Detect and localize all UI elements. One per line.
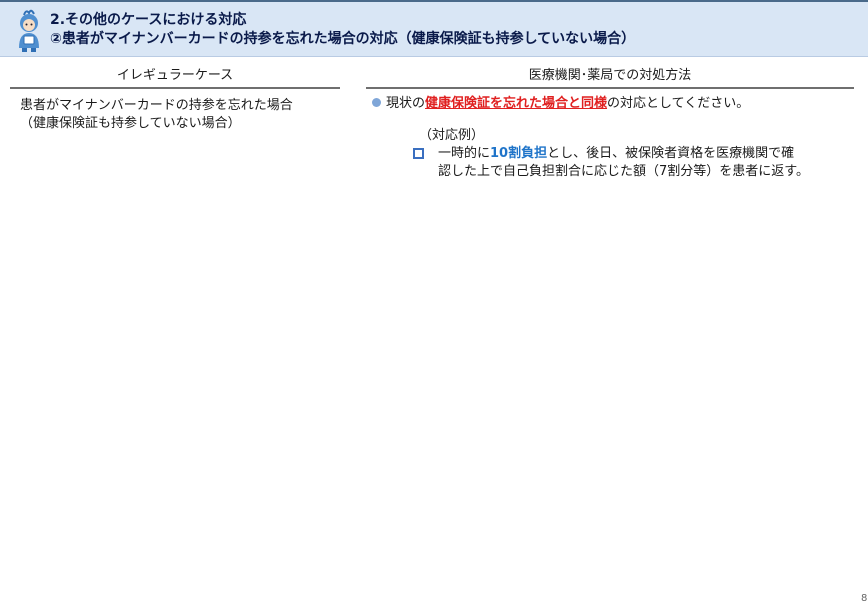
header-title: 2.その他のケースにおける対応	[50, 12, 247, 28]
bullet-suffix: の対応としてください。	[607, 96, 750, 111]
irregular-case-text: 患者がマイナンバーカードの持参を忘れた場合 （健康保険証も持参していない場合）	[20, 97, 293, 133]
right-column-heading: 医療機関･薬局での対処方法	[366, 66, 854, 89]
mascot-icon	[19, 9, 39, 52]
example-line1-rest: とし、後日、被保険者資格を医療機関で確	[547, 146, 795, 161]
page-number: 8	[861, 593, 868, 604]
example-highlight: 10割負担	[490, 146, 548, 161]
irregular-case-line1: 患者がマイナンバーカードの持参を忘れた場合	[20, 98, 293, 113]
square-bullet-icon	[413, 148, 424, 159]
example-item-line1: 一時的に10割負担とし、後日、被保険者資格を医療機関で確	[438, 145, 858, 163]
bullet-highlight: 健康保険証を忘れた場合と同様	[425, 96, 608, 111]
example-label: （対応例）	[419, 128, 485, 143]
header-subtitle: ②患者がマイナンバーカードの持参を忘れた場合の対応（健康保険証も持参していない場…	[50, 31, 636, 47]
response-bullet: 現状の健康保険証を忘れた場合と同様の対応としてください。	[372, 95, 749, 113]
example-item-line2: 認した上で自己負担割合に応じた額（7割分等）を患者に返す。	[438, 164, 809, 179]
left-column-heading: イレギュラーケース	[10, 66, 340, 89]
example-prefix: 一時的に	[438, 146, 491, 161]
bullet-prefix: 現状の	[386, 96, 426, 111]
example-item: 一時的に10割負担とし、後日、被保険者資格を医療機関で確 認した上で自己負担割合…	[438, 145, 858, 181]
slide-header: 2.その他のケースにおける対応 ②患者がマイナンバーカードの持参を忘れた場合の対…	[0, 2, 868, 57]
bullet-dot-icon	[372, 98, 381, 107]
irregular-case-line2: （健康保険証も持参していない場合）	[20, 116, 241, 131]
